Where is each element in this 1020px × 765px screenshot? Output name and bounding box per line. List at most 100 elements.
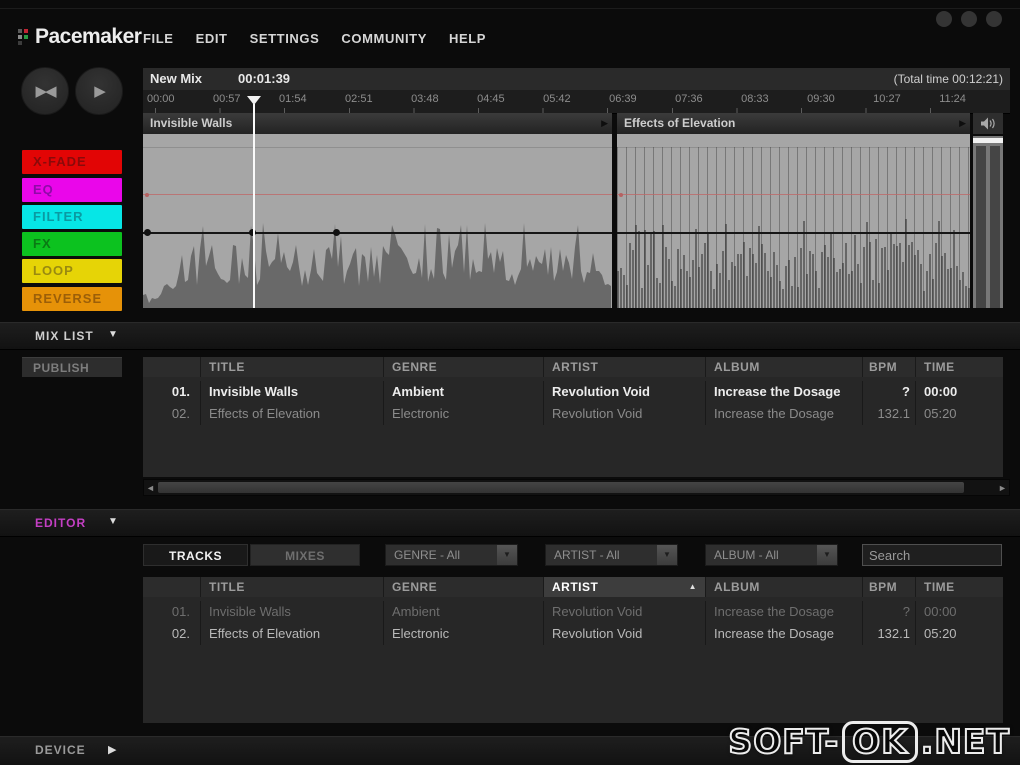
volume-envelope-track2[interactable]: [617, 232, 970, 234]
col-album[interactable]: ALBUM: [705, 577, 862, 597]
xfade-button[interactable]: X-FADE: [22, 150, 122, 174]
chevron-down-icon[interactable]: ▼: [497, 545, 517, 565]
track-title: Effects of Elevation: [624, 116, 736, 130]
envelope-point[interactable]: [144, 229, 151, 236]
scrollbar-thumb[interactable]: [158, 482, 964, 493]
editor-row-1[interactable]: 01. Invisible Walls Ambient Revolution Void…: [143, 601, 1003, 623]
track-expand-icon[interactable]: ▶: [601, 118, 608, 129]
volume-slider-handle[interactable]: [973, 138, 1003, 143]
search-input[interactable]: [862, 544, 1002, 566]
tick-label: 08:33: [741, 93, 769, 105]
tick-label: 00:57: [213, 93, 241, 105]
device-title: DEVICE: [35, 743, 86, 757]
total-time: (Total time 00:12:21): [893, 72, 1003, 86]
automation-point[interactable]: [619, 193, 623, 197]
mix-name: New Mix: [150, 71, 203, 86]
mix-list-scrollbar[interactable]: ◄ ►: [143, 479, 1010, 496]
tick-label: 06:39: [609, 93, 637, 105]
col-num: [143, 357, 200, 377]
mix-list-section-header[interactable]: MIX LIST ▼: [0, 322, 1020, 350]
tick-label: 00:00: [147, 93, 175, 105]
watermark-ok-box: OK: [842, 720, 918, 763]
pacemaker-logo-icon: [18, 28, 29, 46]
publish-button[interactable]: PUBLISH: [22, 357, 122, 377]
volume-envelope-track1[interactable]: [143, 232, 612, 234]
loop-button[interactable]: LOOP: [22, 259, 122, 283]
window-button-2[interactable]: [961, 11, 977, 27]
editor-row-2[interactable]: 02. Effects of Elevation Electronic Revolut…: [143, 623, 1003, 645]
eq-button[interactable]: EQ: [22, 178, 122, 202]
time-ruler[interactable]: 00:00 00:57 01:54 02:51 03:48 04:45 05:4…: [143, 90, 1010, 114]
window-button-1[interactable]: [936, 11, 952, 27]
collapse-icon[interactable]: ▼: [108, 329, 118, 340]
menu-file[interactable]: FILE: [143, 31, 174, 46]
volume-slider[interactable]: [973, 136, 1003, 308]
speaker-icon: [980, 117, 995, 130]
volume-slider-track: [976, 146, 986, 308]
volume-slider-track: [990, 146, 1000, 308]
col-album: ALBUM: [705, 357, 862, 377]
eq-automation-line-track2[interactable]: [617, 194, 970, 195]
tick-label: 07:36: [675, 93, 703, 105]
col-genre[interactable]: GENRE: [383, 577, 543, 597]
editor-table-body: 01. Invisible Walls Ambient Revolution Void…: [143, 597, 1003, 723]
collapse-icon[interactable]: ▼: [108, 516, 118, 527]
eq-automation-line-track1[interactable]: [143, 194, 612, 195]
menu-settings[interactable]: SETTINGS: [250, 31, 320, 46]
track-segment-invisible-walls[interactable]: Invisible Walls ▶: [143, 113, 612, 134]
scroll-right-icon[interactable]: ►: [997, 482, 1008, 493]
chevron-down-icon[interactable]: ▼: [657, 545, 677, 565]
app-title: Pacemaker: [35, 25, 142, 48]
artist-filter-dropdown[interactable]: ARTIST - All ▼: [545, 544, 678, 566]
tab-tracks[interactable]: TRACKS: [143, 544, 248, 566]
mix-row-2[interactable]: 02. Effects of Elevation Electronic Revolut…: [143, 403, 1003, 425]
expand-icon[interactable]: ▶: [108, 743, 116, 756]
col-artist-label: ARTIST: [552, 580, 599, 594]
col-title[interactable]: TITLE: [200, 577, 383, 597]
search-field: [862, 544, 1002, 566]
scroll-left-icon[interactable]: ◄: [145, 482, 156, 493]
artist-filter-value: ARTIST - All: [554, 548, 620, 562]
tick-label: 01:54: [279, 93, 307, 105]
mix-list-table-header: TITLE GENRE ARTIST ALBUM BPM TIME: [143, 357, 1003, 377]
fx-button[interactable]: FX: [22, 232, 122, 256]
mix-row-1[interactable]: 01. Invisible Walls Ambient Revolution Void…: [143, 381, 1003, 403]
col-bpm[interactable]: BPM: [862, 577, 915, 597]
window-button-3[interactable]: [986, 11, 1002, 27]
tick-label: 03:48: [411, 93, 439, 105]
tab-mixes[interactable]: MIXES: [250, 544, 360, 566]
chevron-down-icon[interactable]: ▼: [817, 545, 837, 565]
col-artist: ARTIST: [543, 357, 705, 377]
col-artist-sorted[interactable]: ARTIST ▲: [543, 577, 705, 597]
track-expand-icon[interactable]: ▶: [959, 118, 966, 129]
menu-help[interactable]: HELP: [449, 31, 486, 46]
col-time: TIME: [915, 357, 1003, 377]
track-segment-effects-of-elevation[interactable]: Effects of Elevation ▶: [617, 113, 970, 134]
soft-ok-watermark: SOFT- OK .NET: [727, 720, 1010, 763]
play-icon: ▶: [94, 83, 105, 100]
menu-community[interactable]: COMMUNITY: [341, 31, 427, 46]
album-filter-value: ALBUM - All: [714, 548, 779, 562]
top-divider: [0, 8, 1020, 9]
mix-list-table-body: 01. Invisible Walls Ambient Revolution Void…: [143, 377, 1003, 477]
tick-label: 04:45: [477, 93, 505, 105]
beat-grid-track2: [617, 147, 970, 308]
reverse-button[interactable]: REVERSE: [22, 287, 122, 311]
genre-filter-dropdown[interactable]: GENRE - All ▼: [385, 544, 518, 566]
skip-button[interactable]: ▶◀: [21, 67, 69, 115]
window-controls: [936, 11, 1002, 27]
menu-edit[interactable]: EDIT: [196, 31, 228, 46]
filter-button[interactable]: FILTER: [22, 205, 122, 229]
mute-button[interactable]: [973, 113, 1003, 134]
menu-bar: FILE EDIT SETTINGS COMMUNITY HELP: [143, 31, 486, 46]
editor-section-header[interactable]: EDITOR ▼: [0, 509, 1020, 537]
playhead-line[interactable]: [253, 104, 255, 308]
tick-label: 11:24: [939, 93, 966, 105]
play-button[interactable]: ▶: [75, 67, 123, 115]
automation-point[interactable]: [145, 193, 149, 197]
col-time[interactable]: TIME: [915, 577, 1003, 597]
tick-label: 10:27: [873, 93, 901, 105]
envelope-point[interactable]: [333, 229, 340, 236]
album-filter-dropdown[interactable]: ALBUM - All ▼: [705, 544, 838, 566]
skip-icon: ▶◀: [35, 83, 56, 100]
